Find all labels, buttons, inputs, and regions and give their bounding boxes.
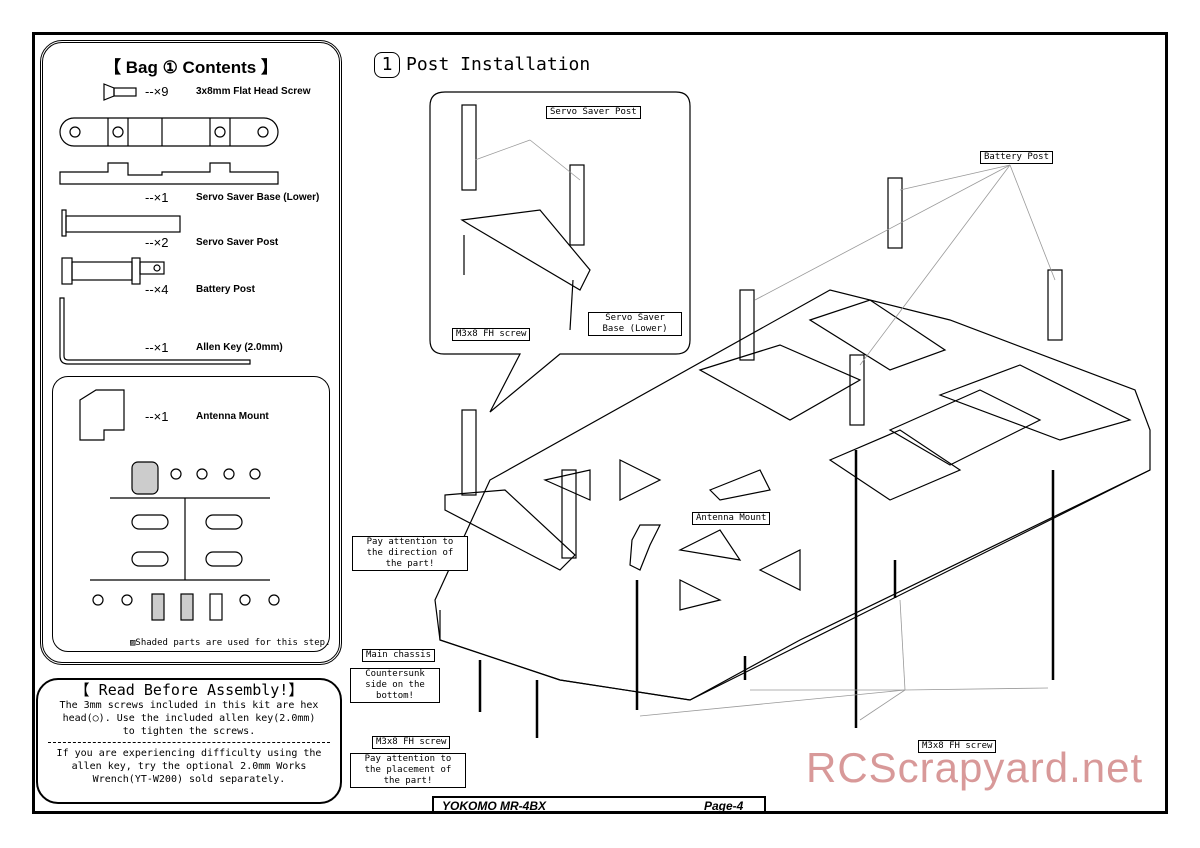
antenna-mount-drawing: [79, 389, 125, 441]
assembly-drawing: [59, 83, 1151, 738]
footer: YOKOMO MR-4BX Page-4: [432, 796, 766, 814]
label-servo-saver-post: Servo Saver Post: [546, 106, 641, 119]
manual-page: 【 Bag ① Contents 】 --×9 3x8mm Flat Head …: [0, 0, 1200, 848]
label-pay-attention-direction: Pay attention to the direction of the pa…: [352, 536, 468, 571]
inset-callout: [429, 91, 691, 413]
servo-saver-base-drawing: [59, 117, 279, 185]
label-main-chassis: Main chassis: [362, 649, 436, 662]
label-servo-saver-base: Servo Saver Base (Lower): [588, 312, 682, 336]
label-m3x8-inset: M3x8 FH screw: [452, 328, 531, 341]
footer-page: Page-4: [704, 799, 744, 813]
sprue-parts-drawing: [90, 461, 280, 621]
battery-post-drawing: [61, 257, 165, 285]
main-chassis-drawing: [434, 139, 1151, 738]
label-antenna-mount: Antenna Mount: [692, 512, 771, 525]
flat-head-screw-drawing: [103, 83, 137, 101]
label-pay-attention-placement: Pay attention to the placement of the pa…: [350, 753, 466, 788]
servo-saver-post-drawing: [61, 209, 181, 237]
label-countersunk: Countersunk side on the bottom!: [350, 668, 440, 703]
label-battery-post: Battery Post: [980, 151, 1054, 164]
footer-model: YOKOMO MR-4BX: [442, 799, 547, 813]
watermark: RCScrapyard.net: [806, 744, 1144, 791]
allen-key-drawing: [59, 297, 251, 365]
label-m3x8-left: M3x8 FH screw: [372, 736, 451, 749]
